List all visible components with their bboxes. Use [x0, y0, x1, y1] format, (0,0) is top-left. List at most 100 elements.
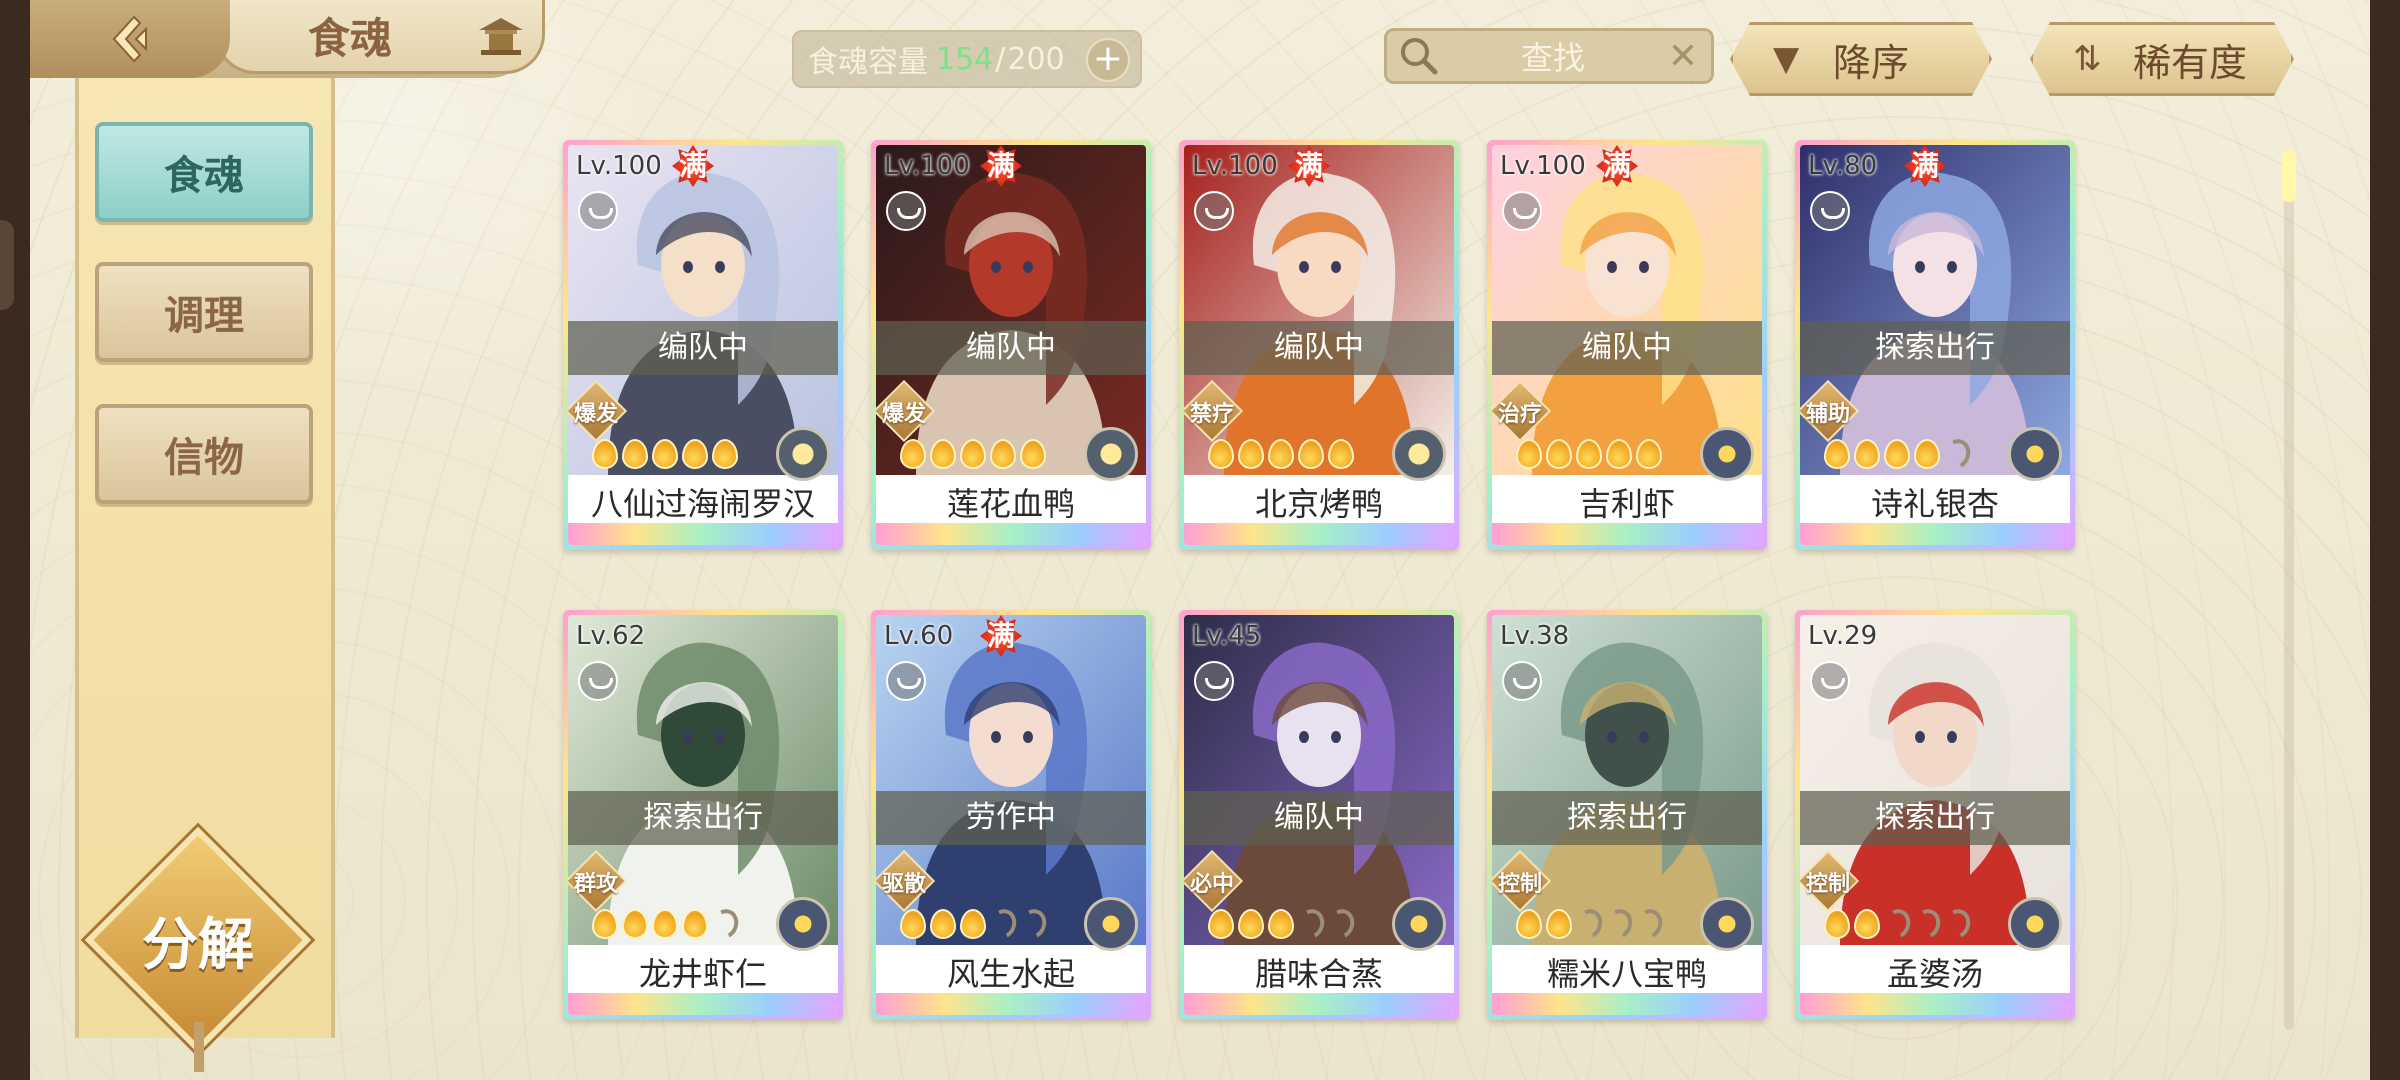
star-filled-icon — [1208, 439, 1234, 469]
tab-tokens[interactable]: 信物 — [95, 404, 313, 504]
bowl-icon — [1810, 191, 1850, 231]
star-filled-icon — [1914, 439, 1940, 469]
card-body: Lv.100 满编队中 禁疗 北京烤鸭 — [1184, 145, 1454, 545]
star-filled-icon — [622, 909, 648, 939]
card-level: Lv.60 — [884, 621, 954, 651]
card-status: 编队中 — [876, 321, 1146, 375]
star-filled-icon — [622, 439, 648, 469]
page-title: 食魂 — [308, 14, 393, 63]
add-capacity-button[interactable]: + — [1086, 38, 1130, 82]
card-status: 探索出行 — [1492, 791, 1762, 845]
star-filled-icon — [1268, 909, 1294, 939]
role-label: 爆发 — [881, 402, 926, 427]
food-soul-card[interactable]: Lv.80 满探索出行 辅助 诗礼银杏 — [1795, 140, 2075, 550]
star-filled-icon — [1238, 909, 1264, 939]
star-empty-icon — [707, 905, 743, 943]
decompose-label[interactable]: 分解 — [118, 900, 278, 981]
role-tag: 禁疗 — [1184, 379, 1244, 443]
card-name: 吉利虾 — [1492, 483, 1762, 525]
tab-cooking[interactable]: 调理 — [95, 262, 313, 362]
food-soul-card[interactable]: Lv.62 探索出行 群攻 龙井虾仁 — [563, 610, 843, 1020]
role-tag: 爆发 — [568, 379, 628, 443]
sort-order-label: 降序 — [1833, 40, 1910, 85]
search-input[interactable]: 查找 — [1443, 33, 1663, 79]
card-status: 编队中 — [568, 321, 838, 375]
bowl-icon — [1194, 661, 1234, 701]
role-label: 爆发 — [573, 402, 618, 427]
star-empty-icon — [985, 905, 1021, 943]
search-box[interactable]: 查找 ✕ — [1384, 28, 1714, 84]
card-name: 莲花血鸭 — [876, 483, 1146, 525]
chevron-down-icon: ▼ — [1773, 39, 1800, 79]
star-filled-icon — [712, 439, 738, 469]
star-rating — [592, 439, 738, 469]
star-filled-icon — [1328, 439, 1354, 469]
card-name: 孟婆汤 — [1800, 953, 2070, 995]
card-body: Lv.60 满劳作中 驱散 风生水起 — [876, 615, 1146, 1015]
clear-search-icon[interactable]: ✕ — [1663, 36, 1703, 77]
sort-order-button[interactable]: ▼ 降序 — [1730, 22, 1992, 96]
food-soul-card[interactable]: Lv.100 满编队中 爆发 莲花血鸭 — [871, 140, 1151, 550]
food-soul-card[interactable]: Lv.45 编队中 必中 腊味合蒸 — [1179, 610, 1459, 1020]
food-soul-card[interactable]: Lv.60 满劳作中 驱散 风生水起 — [871, 610, 1151, 1020]
card-body: Lv.100 满编队中 爆发 莲花血鸭 — [876, 145, 1146, 545]
card-body: Lv.62 探索出行 群攻 龙井虾仁 — [568, 615, 838, 1015]
food-soul-card[interactable]: Lv.100 满编队中 禁疗 北京烤鸭 — [1179, 140, 1459, 550]
card-status: 编队中 — [1184, 791, 1454, 845]
home-pavilion-icon[interactable] — [475, 14, 527, 58]
element-flower-icon — [1392, 427, 1446, 481]
card-body: Lv.45 编队中 必中 腊味合蒸 — [1184, 615, 1454, 1015]
food-soul-card[interactable]: Lv.100 满编队中 爆发 八仙过海闹罗汉 — [563, 140, 843, 550]
scrollbar-track[interactable] — [2284, 150, 2294, 1030]
role-tag: 治疗 — [1492, 379, 1552, 443]
sort-field-button[interactable]: ⇅ 稀有度 — [2030, 22, 2294, 96]
star-filled-icon — [1824, 439, 1850, 469]
card-body: Lv.100 满编队中 治疗 吉利虾 — [1492, 145, 1762, 545]
role-tag: 群攻 — [568, 849, 628, 913]
star-empty-icon — [1571, 905, 1607, 943]
card-status: 探索出行 — [1800, 321, 2070, 375]
star-filled-icon — [652, 439, 678, 469]
star-filled-icon — [1516, 909, 1542, 939]
card-name: 糯米八宝鸭 — [1492, 953, 1762, 995]
star-filled-icon — [1854, 909, 1880, 939]
capacity-display: 食魂容量 154 / 200 + — [792, 30, 1142, 88]
star-rating — [900, 905, 1051, 943]
card-level: Lv.100 — [1500, 151, 1586, 181]
star-filled-icon — [1636, 439, 1662, 469]
food-soul-card[interactable]: Lv.38 探索出行 控制 糯米八宝鸭 — [1487, 610, 1767, 1020]
back-arrow-icon — [112, 15, 147, 63]
star-filled-icon — [682, 439, 708, 469]
card-level: Lv.38 — [1500, 621, 1570, 651]
star-empty-icon — [1631, 905, 1667, 943]
food-soul-card[interactable]: Lv.100 满编队中 治疗 吉利虾 — [1487, 140, 1767, 550]
tab-food-souls[interactable]: 食魂 — [95, 122, 313, 222]
star-empty-icon — [1909, 905, 1945, 943]
bowl-icon — [1502, 191, 1542, 231]
star-empty-icon — [1879, 905, 1915, 943]
back-button[interactable] — [30, 0, 230, 78]
card-rainbow-footer — [1800, 993, 2070, 1015]
scrollbar-thumb[interactable] — [2282, 150, 2296, 202]
card-level: Lv.100 — [1192, 151, 1278, 181]
card-rainbow-footer — [1184, 523, 1454, 545]
card-rainbow-footer — [1492, 993, 1762, 1015]
card-rainbow-footer — [1184, 993, 1454, 1015]
star-rating — [1824, 435, 1975, 473]
food-soul-card[interactable]: Lv.29 探索出行 控制 孟婆汤 — [1795, 610, 2075, 1020]
card-name: 龙井虾仁 — [568, 953, 838, 995]
element-flower-icon — [1084, 427, 1138, 481]
card-status: 编队中 — [1492, 321, 1762, 375]
star-empty-icon — [1939, 905, 1975, 943]
star-filled-icon — [592, 909, 618, 939]
star-filled-icon — [1298, 439, 1324, 469]
star-filled-icon — [900, 909, 926, 939]
element-flower-icon — [1700, 897, 1754, 951]
role-label: 群攻 — [573, 872, 618, 897]
card-body: Lv.29 探索出行 控制 孟婆汤 — [1800, 615, 2070, 1015]
card-level: Lv.100 — [884, 151, 970, 181]
role-tag: 驱散 — [876, 849, 936, 913]
role-label: 驱散 — [881, 872, 926, 897]
card-name: 诗礼银杏 — [1800, 483, 2070, 525]
role-label: 必中 — [1189, 872, 1234, 897]
